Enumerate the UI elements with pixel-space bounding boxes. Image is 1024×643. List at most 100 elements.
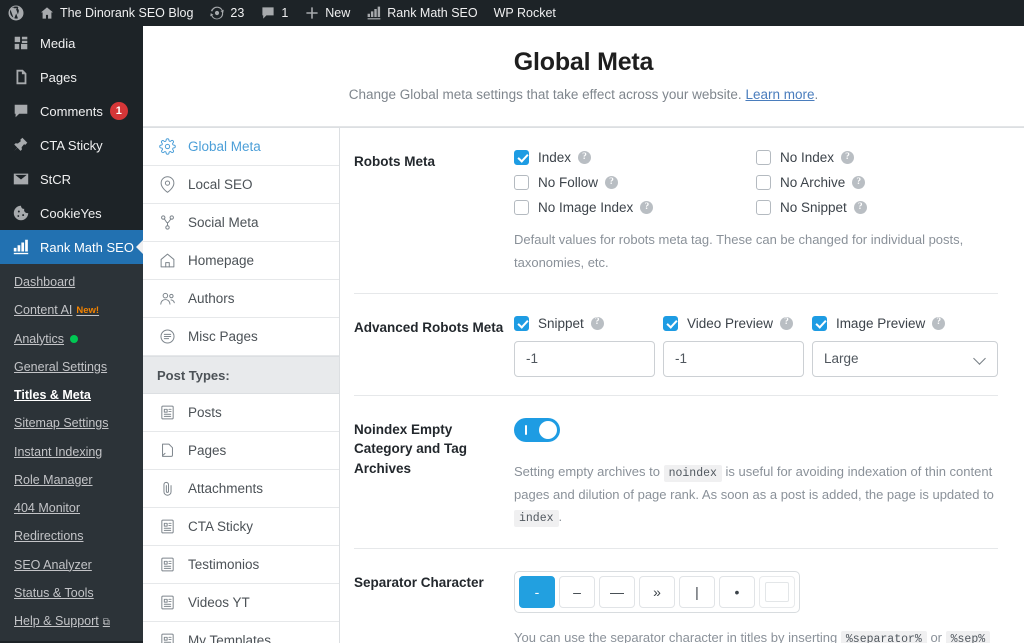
tab-label: Testimonios [188, 557, 260, 572]
page-title: Global Meta [513, 48, 654, 76]
site-name-menu[interactable]: The Dinorank SEO Blog [31, 0, 201, 26]
submenu-item-content-ai[interactable]: Content AI New! [0, 296, 143, 324]
checkbox-row-video-preview[interactable]: Video Preview? [662, 315, 804, 331]
document-icon [157, 403, 177, 423]
tab-videos-yt[interactable]: Videos YT [143, 584, 339, 622]
separator-button-pipe[interactable]: | [679, 575, 715, 608]
snippet-input[interactable] [514, 340, 655, 377]
separator-button-bullet[interactable]: • [719, 575, 755, 608]
page-header: Global Meta Change Global meta settings … [143, 26, 1024, 127]
image-preview-select-wrapper [811, 340, 999, 377]
tab-label: Social Meta [188, 215, 259, 230]
sidebar-item-pages[interactable]: Pages [0, 60, 143, 94]
checkbox-label: Image Preview [835, 315, 926, 331]
separator-button-custom[interactable] [759, 575, 795, 608]
checkbox-row-image-preview[interactable]: Image Preview? [811, 315, 998, 331]
noindex-empty-description: Setting empty archives to noindex is use… [514, 461, 996, 530]
home-icon [39, 5, 55, 21]
custom-separator-field[interactable] [765, 581, 789, 602]
advanced-robots-column-image-preview: Image Preview? [811, 315, 999, 377]
wp-rocket-menu[interactable]: WP Rocket [486, 0, 564, 26]
checkbox-row-no-follow[interactable]: No Follow? [514, 175, 756, 190]
rank-math-menu[interactable]: Rank Math SEO [358, 0, 485, 26]
help-icon[interactable]: ? [590, 316, 604, 330]
checkbox-row-no-snippet[interactable]: No Snippet? [756, 200, 998, 215]
noindex-empty-toggle[interactable] [514, 417, 560, 442]
video-preview-input[interactable] [662, 340, 804, 377]
submenu-item-instant-indexing[interactable]: Instant Indexing [0, 438, 143, 466]
checkbox-row-no-index[interactable]: No Index? [756, 150, 998, 165]
tab-pages[interactable]: Pages [143, 432, 339, 470]
new-content-menu[interactable]: New [296, 0, 358, 26]
tab-label: Attachments [188, 481, 264, 496]
help-icon[interactable]: ? [932, 316, 946, 330]
separator-button-hyphen[interactable]: - [519, 575, 555, 608]
help-icon[interactable]: ? [841, 151, 855, 164]
checkbox-snippet[interactable] [514, 315, 529, 331]
separator-button-em-dash[interactable]: — [599, 575, 635, 608]
toggle-bar-icon [525, 424, 527, 435]
help-icon[interactable]: ? [780, 316, 794, 330]
sidebar-item-rank-math-seo[interactable]: Rank Math SEO [0, 230, 143, 264]
separator-button-en-dash[interactable]: – [559, 575, 595, 608]
tab-local-seo[interactable]: Local SEO [143, 166, 339, 204]
checkbox-row-no-archive[interactable]: No Archive? [756, 175, 998, 190]
sidebar-item-stcr[interactable]: StCR [0, 162, 143, 196]
tab-homepage[interactable]: Homepage [143, 242, 339, 280]
checkbox-no-image-index[interactable] [514, 200, 529, 215]
advanced-robots-label: Advanced Robots Meta [354, 319, 504, 335]
tab-social-meta[interactable]: Social Meta [143, 204, 339, 242]
tab-misc-pages[interactable]: Misc Pages [143, 318, 339, 356]
tab-authors[interactable]: Authors [143, 280, 339, 318]
envelope-icon [10, 169, 32, 189]
checkbox-video-preview[interactable] [662, 315, 678, 331]
checkbox-no-archive[interactable] [756, 175, 771, 190]
help-icon[interactable]: ? [578, 151, 592, 164]
checkbox-no-snippet[interactable] [756, 200, 771, 215]
sidebar-item-label: Pages [40, 69, 77, 85]
tab-testimonios[interactable]: Testimonios [143, 546, 339, 584]
help-icon[interactable]: ? [852, 176, 866, 189]
help-icon[interactable]: ? [605, 176, 619, 189]
sidebar-item-cookieyes[interactable]: CookieYes [0, 196, 143, 230]
sidebar-item-comments[interactable]: Comments 1 [0, 94, 143, 128]
settings-panel: Robots Meta Index? No Index? No Follow? No … [340, 127, 1024, 643]
separator-button-double-angle[interactable]: » [639, 575, 675, 608]
sidebar-item-cta-sticky[interactable]: CTA Sticky [0, 128, 143, 162]
learn-more-link[interactable]: Learn more [745, 87, 814, 102]
checkbox-no-follow[interactable] [514, 175, 529, 190]
tab-attachments[interactable]: Attachments [143, 470, 339, 508]
tab-global-meta[interactable]: Global Meta [143, 128, 339, 166]
submenu-item-analytics[interactable]: Analytics [0, 325, 143, 353]
tab-posts[interactable]: Posts [143, 394, 339, 432]
help-icon[interactable]: ? [640, 201, 654, 214]
wordpress-logo-icon[interactable] [0, 0, 31, 26]
checkbox-row-snippet[interactable]: Snippet? [514, 315, 655, 331]
submenu-item-help-support[interactable]: Help & Support ⧉ [0, 607, 143, 635]
checkbox-label: Index [538, 150, 572, 165]
tab-my-templates[interactable]: My Templates [143, 622, 339, 643]
checkbox-row-no-image-index[interactable]: No Image Index? [514, 200, 756, 215]
submenu-item-general-settings[interactable]: General Settings [0, 353, 143, 381]
submenu-item-dashboard[interactable]: Dashboard [0, 268, 143, 296]
submenu-item-label: Dashboard [14, 275, 76, 289]
advanced-robots-controls: Snippet? Video Preview? Image Preview? [514, 315, 999, 377]
help-icon[interactable]: ? [853, 201, 867, 214]
comments-menu[interactable]: 1 [252, 0, 296, 26]
updates-menu[interactable]: 23 [201, 0, 252, 26]
submenu-item-titles-meta[interactable]: Titles & Meta [0, 381, 143, 409]
submenu-item-status-tools[interactable]: Status & Tools [0, 579, 143, 607]
checkbox-row-index[interactable]: Index? [514, 150, 756, 165]
sidebar-item-media[interactable]: Media [0, 26, 143, 60]
tab-cta-sticky[interactable]: CTA Sticky [143, 508, 339, 546]
submenu-item-redirections[interactable]: Redirections [0, 522, 143, 550]
submenu-item-sitemap-settings[interactable]: Sitemap Settings [0, 409, 143, 437]
image-preview-select[interactable] [811, 340, 999, 377]
submenu-item-role-manager[interactable]: Role Manager [0, 466, 143, 494]
submenu-item-404-monitor[interactable]: 404 Monitor [0, 494, 143, 522]
sidebar-item-label: StCR [40, 171, 72, 187]
checkbox-image-preview[interactable] [811, 315, 827, 331]
checkbox-no-index[interactable] [756, 150, 771, 165]
submenu-item-seo-analyzer[interactable]: SEO Analyzer [0, 551, 143, 579]
checkbox-index[interactable] [514, 150, 529, 165]
